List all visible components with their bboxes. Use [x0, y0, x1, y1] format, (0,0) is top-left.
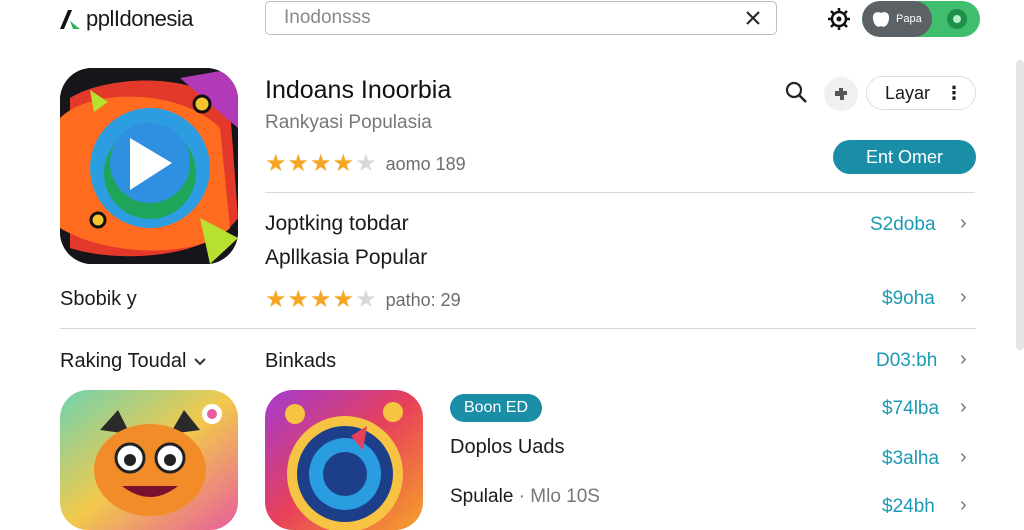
divider [60, 328, 976, 329]
section-rating: ★ ★ ★ ★ ★ patho: 29 [265, 288, 461, 312]
price-label[interactable]: $24bh [882, 496, 935, 518]
download-title: Doplos Uads [450, 436, 565, 458]
search-bar[interactable] [265, 1, 777, 35]
app-title: Indoans Inoorbia [265, 76, 452, 104]
primary-action-button[interactable]: Ent Omer [833, 140, 976, 174]
star-empty-icon: ★ [355, 286, 377, 313]
logo-text: pplIdonesia [86, 6, 194, 31]
star-icon: ★ [332, 150, 355, 177]
divider [265, 192, 975, 193]
search-icon[interactable] [784, 80, 808, 104]
section-subheading: Apllkasia Popular [265, 246, 428, 269]
price-label[interactable]: D03:bh [876, 350, 937, 372]
sidebar-label[interactable]: Sbobik y [60, 288, 137, 311]
star-icon: ★ [265, 150, 287, 177]
search-input[interactable] [282, 6, 736, 30]
meta-name: Spulale [450, 486, 514, 507]
toggle-label: Papa [896, 13, 922, 25]
rating-text: patho: 29 [385, 289, 461, 310]
ranking-label: Raking Toudal [60, 350, 187, 372]
meta-separator: · [518, 486, 531, 507]
app-thumbnail[interactable] [60, 390, 238, 530]
toggle-knob [947, 9, 967, 29]
logo-icon [60, 10, 80, 29]
chevron-right-icon[interactable]: › [960, 446, 967, 469]
star-icon: ★ [332, 286, 355, 313]
clear-search-button[interactable] [736, 1, 770, 35]
star-icon: ★ [287, 286, 310, 313]
star-icon: ★ [310, 286, 332, 313]
layar-label: Layar [885, 82, 931, 103]
app-thumbnail[interactable] [265, 390, 423, 530]
category-heading: Binkads [265, 350, 337, 372]
download-meta: Spulale · Mlo 10S [450, 486, 600, 508]
chevron-right-icon[interactable]: › [960, 212, 967, 235]
chevron-down-icon [194, 357, 207, 365]
status-badge: Boon ED [450, 394, 542, 422]
apple-icon [872, 12, 890, 27]
price-label[interactable]: S2doba [870, 214, 936, 236]
close-icon [746, 11, 760, 25]
extension-button[interactable] [824, 77, 858, 111]
star-icon: ★ [287, 150, 310, 177]
cat-mascot-artwork [60, 390, 238, 530]
scrollbar[interactable] [1016, 60, 1024, 350]
chevron-right-icon[interactable]: › [960, 494, 967, 517]
toggle-left-segment: Papa [862, 1, 932, 37]
section-heading: Joptking tobdar [265, 212, 409, 235]
layar-button[interactable]: Layar ⋮ [866, 76, 976, 110]
app-icon[interactable] [60, 68, 238, 264]
star-icon: ★ [310, 150, 332, 177]
price-label[interactable]: $3alha [882, 448, 939, 470]
more-options-icon[interactable]: ⋮ [945, 83, 963, 104]
chevron-right-icon[interactable]: › [960, 396, 967, 419]
meta-extra: Mlo 10S [530, 486, 600, 507]
chevron-right-icon[interactable]: › [960, 286, 967, 309]
app-logo[interactable]: pplIdonesia [58, 4, 194, 34]
price-label[interactable]: $74lba [882, 398, 939, 420]
app-rating: ★ ★ ★ ★ ★ aomo 189 [265, 152, 466, 176]
price-label[interactable]: $9oha [882, 288, 935, 310]
chevron-right-icon[interactable]: › [960, 348, 967, 371]
rating-text: aomo 189 [385, 153, 466, 174]
settings-gear-icon[interactable] [826, 6, 852, 32]
star-icon: ★ [265, 286, 287, 313]
swirl-logo-artwork [265, 390, 423, 530]
app-subtitle: Rankyasi Populasia [265, 112, 432, 133]
app-icon-artwork [60, 68, 238, 264]
ranking-dropdown[interactable]: Raking Toudal [60, 350, 207, 373]
puzzle-icon [835, 88, 847, 100]
mode-toggle[interactable]: Papa [862, 1, 980, 37]
star-empty-icon: ★ [355, 150, 377, 177]
